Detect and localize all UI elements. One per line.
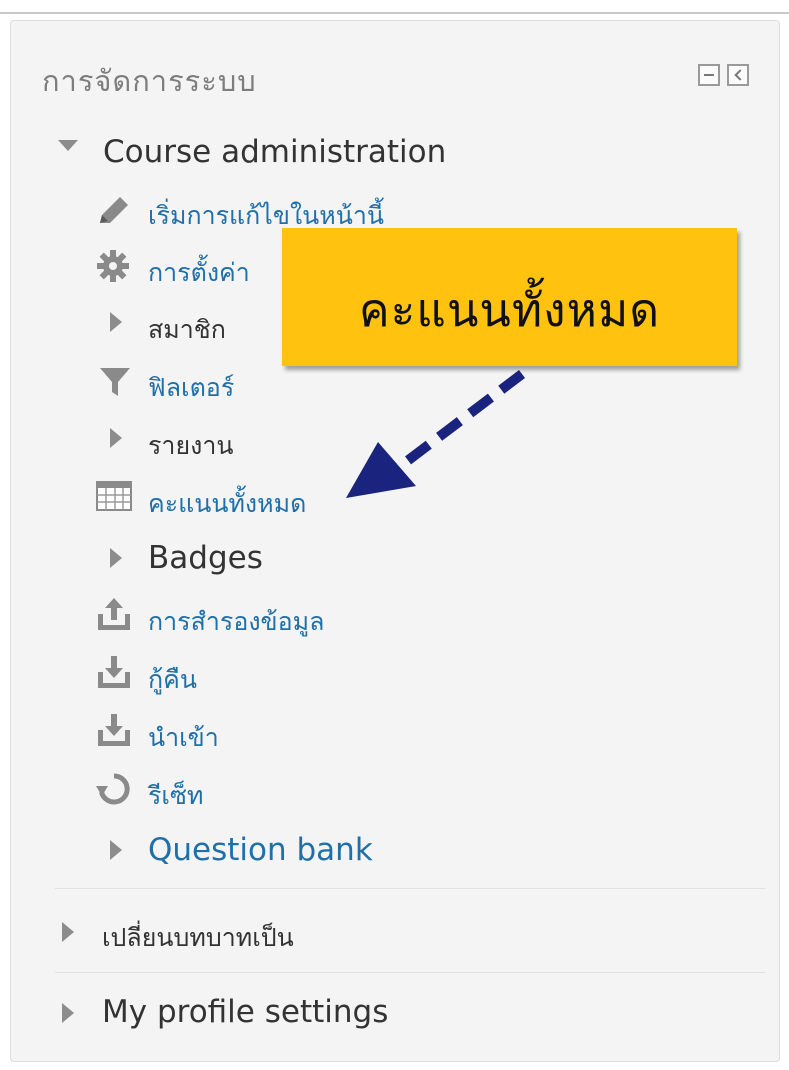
expand-arrow-icon[interactable]	[62, 922, 74, 942]
expand-arrow-icon[interactable]	[62, 1003, 74, 1023]
callout-box: คะแนนทั้งหมด	[282, 228, 737, 366]
divider	[55, 972, 765, 973]
filter-icon	[100, 368, 130, 396]
switch-role-node[interactable]: เปลี่ยนบทบาทเป็น	[102, 918, 294, 958]
menu-item-backup[interactable]: การสำรองข้อมูล	[148, 602, 324, 642]
course-admin-node[interactable]: Course administration	[103, 134, 446, 170]
menu-item-import[interactable]: นำเข้า	[148, 718, 219, 758]
dock-left-icon[interactable]	[727, 64, 749, 86]
pencil-icon	[100, 197, 128, 223]
menu-item-members[interactable]: สมาชิก	[148, 310, 226, 350]
top-divider	[0, 12, 789, 14]
menu-item-settings[interactable]: การตั้งค่า	[148, 253, 250, 293]
menu-item-filters[interactable]: ฟิลเตอร์	[148, 368, 234, 408]
expand-arrow-icon[interactable]	[110, 840, 122, 860]
administration-block	[10, 20, 780, 1062]
menu-item-reports[interactable]: รายงาน	[148, 426, 233, 466]
pointer-arrow	[346, 370, 526, 498]
menu-item-question-bank[interactable]: Question bank	[148, 832, 373, 868]
callout-text: คะแนนทั้งหมด	[358, 283, 661, 337]
reset-icon	[96, 773, 130, 805]
menu-item-restore[interactable]: กู้คืน	[148, 660, 197, 700]
profile-settings-node[interactable]: My profile settings	[102, 994, 388, 1030]
gear-icon	[97, 250, 129, 282]
table-icon	[96, 481, 132, 511]
menu-item-reset[interactable]: รีเซ็ท	[148, 776, 203, 816]
expand-arrow-icon[interactable]	[110, 548, 122, 568]
block-title: การจัดการระบบ	[42, 64, 257, 98]
download-icon	[98, 656, 130, 688]
collapse-arrow-icon[interactable]	[58, 140, 78, 151]
expand-arrow-icon[interactable]	[110, 428, 122, 448]
upload-icon	[98, 598, 130, 630]
menu-item-grades[interactable]: คะแนนทั้งหมด	[148, 484, 306, 524]
menu-item-badges[interactable]: Badges	[148, 540, 263, 576]
minus-box-icon[interactable]	[698, 64, 720, 86]
expand-arrow-icon[interactable]	[110, 312, 122, 332]
download-icon	[98, 714, 130, 746]
divider	[55, 888, 765, 889]
